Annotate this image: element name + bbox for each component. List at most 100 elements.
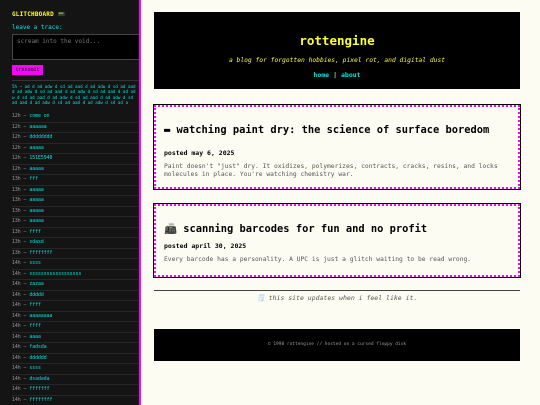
guestbook-entry: 14h — aaaaaaaa (12, 312, 138, 322)
post-excerpt: Paint doesn't "just" dry. It oxidizes, p… (164, 163, 498, 178)
guestbook-entry: 13h — aaaaa (12, 196, 138, 207)
entry-message: fff (29, 177, 39, 182)
guestbook-entry: 14h — ffffffff (12, 396, 138, 405)
guestbook-entry: 14h — fffffff (12, 385, 138, 396)
guestbook-sidebar: GLITCHBOARD 📟 leave a trace: transmit 5h… (0, 0, 141, 405)
entry-message: ssss (29, 261, 41, 266)
guestbook-entry: 13h — ffff (12, 228, 138, 238)
guestbook-entry: 14h — zazaa (12, 280, 138, 291)
guestbook-entry: 13h — aaaaa (12, 207, 138, 217)
guestbook-entry: 12h — 151E5940 (12, 154, 138, 165)
entry-time: 13h (12, 187, 21, 193)
site-footer: © 1998 rottengine // hosted on a cursed … (154, 329, 520, 361)
entry-time: 13h (12, 177, 21, 182)
entry-time: 13h (12, 240, 21, 245)
entry-time: 13h (12, 208, 21, 214)
entry-time: 14h (12, 282, 21, 287)
entry-message: ffff (29, 229, 41, 235)
entry-time: 14h (12, 324, 21, 329)
guestbook-entry: 14h — fadsda (12, 343, 138, 354)
entry-message: aaaaaaaa (29, 313, 53, 319)
guestbook-entry: 13h — aaaaa (12, 186, 138, 196)
guestbook-entry: 13h — sdasd (12, 238, 138, 249)
entry-message: dddddddd (29, 135, 53, 140)
guestbook-entry: 14h — ffff (12, 301, 138, 312)
entry-time: 14h (12, 261, 21, 266)
guestbook-title: GLITCHBOARD 📟 (12, 11, 66, 18)
guestbook-entry: 12h — dddddddd (12, 133, 138, 144)
transmit-button[interactable]: transmit (12, 65, 43, 75)
guestbook-entry: 12h — come on (12, 112, 138, 123)
entry-time: 14h (12, 292, 21, 298)
guestbook-entry: 13h — fff (12, 175, 138, 186)
guestbook-entry: 14h — ssss (12, 364, 138, 375)
entry-message: 151E5940 (29, 156, 53, 161)
entry-message: ffff (29, 324, 41, 329)
entry-message: aaaaa (29, 219, 44, 224)
site-title: rottengine (299, 33, 375, 48)
entry-time: 13h (12, 219, 21, 224)
entry-time: 14h (12, 376, 21, 382)
post-title-text[interactable]: watching paint dry: the science of surfa… (177, 124, 490, 136)
guestbook-entry: 14h — ddddd (12, 291, 138, 301)
post-excerpt: Every barcode has a personality. A UPC i… (164, 256, 472, 263)
entry-time: 14h (12, 366, 21, 371)
guestbook-entry-list: 12h — come on 12h — aaaaaa 12h — dddddddd 1… (12, 112, 138, 405)
post-card: 📠 scanning barcodes for fun and no profi… (154, 204, 520, 277)
entry-message: ssssssssssssssssss (29, 271, 82, 277)
guestbook-divider (12, 80, 139, 81)
nav-about-link[interactable]: about (341, 71, 361, 79)
guestbook-entry: 14h — dddddd (12, 354, 138, 364)
post-title[interactable]: ▬ watching paint dry: the science of sur… (164, 124, 489, 136)
entry-time: 14h (12, 334, 21, 340)
guestbook-entry: 13h — ffffffff (12, 249, 138, 259)
entry-time: 12h (12, 145, 21, 151)
entry-time: 14h (12, 313, 21, 319)
entry-message: fffffff (29, 387, 50, 392)
entry-message: come on (29, 114, 50, 119)
entry-message: aaaaa (29, 198, 44, 203)
entry-message: aaaaa (29, 166, 44, 172)
entry-time: 13h (12, 250, 21, 256)
entry-time: 13h (12, 229, 21, 235)
entry-message: sdasd (29, 240, 44, 245)
fax-machine-icon: 📠 (164, 223, 177, 235)
entry-message: ffff (29, 303, 41, 308)
entry-message: ffffffff (29, 250, 53, 256)
post-title-text[interactable]: scanning barcodes for fun and no profit (183, 223, 427, 235)
entry-time: 12h (12, 114, 21, 119)
entry-time: 14h (12, 387, 21, 392)
entry-time: 14h (12, 303, 21, 308)
entry-message: fadsda (29, 345, 47, 350)
guestbook-message-input[interactable] (12, 34, 139, 60)
guestbook-entry: 14h — aaaa (12, 333, 138, 343)
entry-message: aaaaa (29, 208, 44, 214)
nav-home-link[interactable]: home (313, 71, 329, 79)
post-title[interactable]: 📠 scanning barcodes for fun and no profi… (164, 222, 427, 235)
entry-time: 12h (12, 124, 21, 130)
entry-time: 14h (12, 355, 21, 361)
entry-message: aaaaaa (29, 124, 47, 130)
entry-message: aaaa (29, 334, 41, 340)
guestbook-entry: 12h — aaaaa (12, 165, 138, 175)
post-card: ▬ watching paint dry: the science of sur… (154, 105, 520, 189)
paint-stripe-icon: ▬ (164, 124, 171, 136)
post-date: posted april 30, 2025 (164, 242, 247, 250)
guestbook-entry: 13h — aaaaa (12, 217, 138, 228)
entry-time: 14h (12, 397, 21, 403)
guestbook-entry: 14h — dsadada (12, 375, 138, 385)
entry-time: 12h (12, 156, 21, 161)
entry-time: 12h (12, 135, 21, 140)
entry-time: 14h (12, 271, 21, 277)
entry-message: dsadada (29, 376, 50, 382)
entry-message: aaaaa (29, 145, 44, 151)
content-divider (154, 290, 520, 291)
entry-message: ffffffff (29, 397, 53, 403)
entry-message: ddddd (29, 292, 44, 298)
entry-time: 14h (12, 345, 21, 350)
entry-message: zazaa (29, 282, 44, 287)
nav-separator: | (333, 71, 337, 79)
entry-message: ssss (29, 366, 41, 371)
entry-message: dddddd (29, 355, 47, 361)
guestbook-entry: 14h — ssss (12, 259, 138, 270)
